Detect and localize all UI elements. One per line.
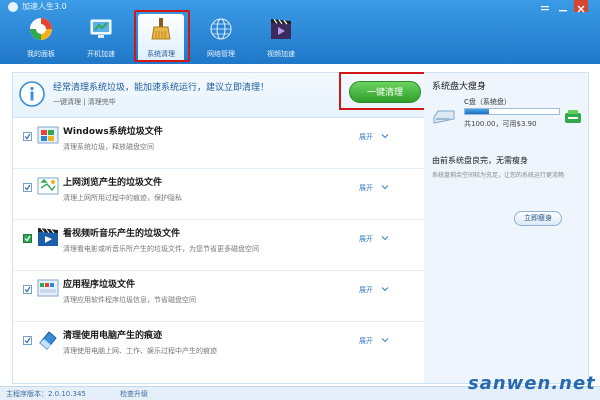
item-title: 应用程序垃圾文件 bbox=[63, 280, 136, 290]
item-subtitle: 清理看电影或听音乐所产生的垃圾文件，为您节省更多磁盘空间 bbox=[63, 245, 259, 253]
list-item[interactable]: Windows系统垃圾文件 清理系统垃圾，释放磁盘空间 展开 bbox=[13, 118, 425, 169]
app-title: 加速人生3.0 bbox=[22, 2, 67, 11]
list-item[interactable]: 清理使用电脑产生的痕迹 清理使用电脑上网、工作、娱乐过程中产生的痕迹 展开 bbox=[13, 322, 425, 372]
chevron-down-icon[interactable] bbox=[381, 336, 389, 344]
item-checkbox[interactable] bbox=[23, 336, 32, 345]
tab-label: 开机加速 bbox=[87, 50, 115, 58]
version-text: 主程序版本：2.0.10.345 bbox=[6, 390, 86, 398]
windows-icon bbox=[37, 126, 59, 144]
expand-link[interactable]: 展开 bbox=[359, 132, 373, 142]
slim-status-subtitle: 系统盘剩余空间较为充足，让您的系统运行更流畅 bbox=[432, 172, 565, 179]
slim-now-button[interactable]: 立即瘦身 bbox=[514, 211, 562, 226]
watermark: sanwen.net bbox=[468, 373, 596, 394]
title-bar: 加速人生3.0 bbox=[0, 0, 600, 14]
expand-link[interactable]: 展开 bbox=[359, 285, 373, 295]
drive-usage-bar bbox=[464, 108, 560, 115]
check-update-link[interactable]: 检查升级 bbox=[120, 389, 148, 399]
minimize-icon[interactable] bbox=[556, 0, 570, 12]
browser-icon bbox=[37, 177, 59, 195]
info-icon bbox=[19, 81, 45, 107]
close-icon[interactable] bbox=[574, 0, 588, 13]
list-item[interactable]: 应用程序垃圾文件 清理应用软件程序垃圾信息，节省磁盘空间 展开 bbox=[13, 271, 425, 322]
globe-icon bbox=[210, 18, 232, 40]
drive-name: C盘（系统盘） bbox=[464, 98, 511, 106]
notice-title: 经常清理系统垃圾，能加速系统运行，建议立即清理！ bbox=[53, 83, 270, 93]
item-subtitle: 清理系统垃圾，释放磁盘空间 bbox=[63, 143, 154, 151]
tab-dashboard[interactable]: 我的面板 bbox=[18, 14, 64, 62]
tab-label: 网络管理 bbox=[207, 50, 235, 58]
chevron-down-icon[interactable] bbox=[381, 285, 389, 293]
list-item[interactable]: 上网浏览产生的垃圾文件 清理上网所用过程中的痕迹，保护隐私 展开 bbox=[13, 169, 425, 220]
notice-subtitle: 一键清理 | 清理完毕 bbox=[53, 98, 116, 106]
item-checkbox[interactable] bbox=[23, 285, 32, 294]
hard-drive-icon bbox=[433, 110, 455, 124]
item-subtitle: 清理上网所用过程中的痕迹，保护隐私 bbox=[63, 194, 182, 202]
expand-link[interactable]: 展开 bbox=[359, 183, 373, 193]
slim-status-title: 由前系统盘良完，无需瘦身 bbox=[432, 156, 528, 165]
highlight-frame-system-clean bbox=[134, 10, 190, 62]
item-subtitle: 清理应用软件程序垃圾信息，节省磁盘空间 bbox=[63, 296, 196, 304]
system-drive-panel: 系统盘大瘦身 C盘（系统盘） 共100.00，可用$3.90 由前系统盘良完，无… bbox=[424, 72, 589, 384]
top-bar: 加速人生3.0 我的面板 开机加速 系统清理 网络管理 视频加速 bbox=[0, 0, 600, 64]
eraser-icon bbox=[39, 331, 57, 350]
monitor-icon bbox=[90, 19, 112, 38]
item-title: Windows系统垃圾文件 bbox=[63, 127, 163, 137]
clean-panel: 经常清理系统垃圾，能加速系统运行，建议立即清理！ 一键清理 | 清理完毕 一键清… bbox=[12, 72, 435, 384]
drive-info: 共100.00，可用$3.90 bbox=[464, 120, 537, 128]
expand-link[interactable]: 展开 bbox=[359, 234, 373, 244]
item-title: 上网浏览产生的垃圾文件 bbox=[63, 178, 163, 188]
tab-label: 视频加速 bbox=[267, 50, 295, 58]
chevron-down-icon[interactable] bbox=[381, 183, 389, 191]
tab-video-speedup[interactable]: 视频加速 bbox=[258, 14, 304, 62]
menu-icon[interactable] bbox=[538, 0, 552, 12]
app-window: 加速人生3.0 我的面板 开机加速 系统清理 网络管理 视频加速 经常清理系统垃… bbox=[0, 0, 600, 400]
main-toolbar: 我的面板 开机加速 系统清理 网络管理 视频加速 bbox=[0, 10, 600, 64]
item-title: 清理使用电脑产生的痕迹 bbox=[63, 331, 163, 341]
notice-bar: 经常清理系统垃圾，能加速系统运行，建议立即清理！ 一键清理 | 清理完毕 一键清… bbox=[13, 72, 435, 118]
highlight-frame-clean-button bbox=[339, 72, 435, 110]
media-icon bbox=[38, 228, 58, 246]
item-checkbox[interactable] bbox=[23, 132, 32, 141]
side-title: 系统盘大瘦身 bbox=[432, 82, 487, 92]
item-subtitle: 清理使用电脑上网、工作、娱乐过程中产生的痕迹 bbox=[63, 347, 217, 355]
tab-label: 我的面板 bbox=[27, 50, 55, 58]
drive-usage-fill bbox=[465, 109, 489, 114]
item-checkbox[interactable] bbox=[23, 234, 32, 243]
item-title: 看视频听音乐产生的垃圾文件 bbox=[63, 229, 181, 239]
chevron-down-icon[interactable] bbox=[381, 132, 389, 140]
film-icon bbox=[271, 18, 291, 39]
tab-boot-speedup[interactable]: 开机加速 bbox=[78, 14, 124, 62]
clean-drive-icon[interactable] bbox=[564, 107, 582, 125]
dashboard-icon bbox=[30, 18, 52, 40]
list-item[interactable]: 看视频听音乐产生的垃圾文件 清理看电影或听音乐所产生的垃圾文件，为您节省更多磁盘… bbox=[13, 220, 425, 271]
chevron-down-icon[interactable] bbox=[381, 234, 389, 242]
application-icon bbox=[37, 279, 59, 297]
app-logo-icon bbox=[8, 2, 18, 12]
expand-link[interactable]: 展开 bbox=[359, 336, 373, 346]
item-checkbox[interactable] bbox=[23, 183, 32, 192]
tab-network[interactable]: 网络管理 bbox=[198, 14, 244, 62]
